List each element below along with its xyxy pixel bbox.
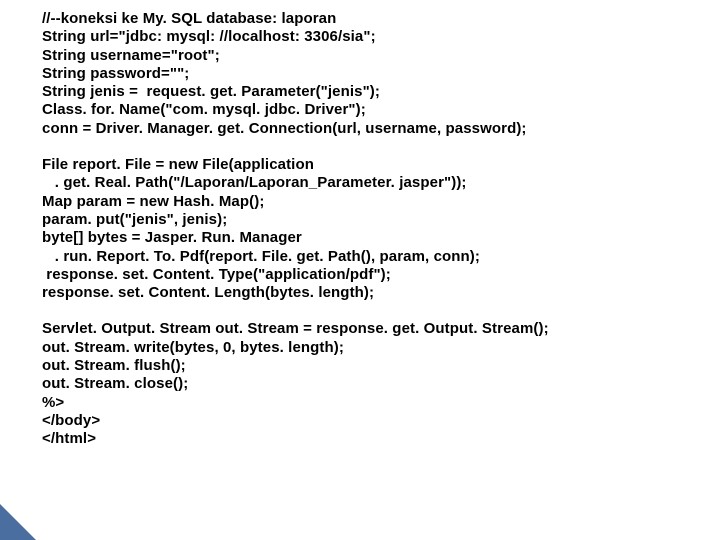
code-line: out. Stream. write(bytes, 0, bytes. leng…: [42, 339, 720, 357]
code-line: String username="root";: [42, 47, 720, 65]
code-line: //--koneksi ke My. SQL database: laporan: [42, 10, 720, 28]
corner-accent: [0, 504, 36, 540]
code-line: String url="jdbc: mysql: //localhost: 33…: [42, 28, 720, 46]
code-line: . run. Report. To. Pdf(report. File. get…: [42, 248, 720, 266]
code-line: </body>: [42, 412, 720, 430]
code-line: conn = Driver. Manager. get. Connection(…: [42, 120, 720, 138]
code-block-1: //--koneksi ke My. SQL database: laporan…: [42, 10, 720, 138]
code-line: out. Stream. close();: [42, 375, 720, 393]
code-line: %>: [42, 394, 720, 412]
code-line: . get. Real. Path("/Laporan/Laporan_Para…: [42, 174, 720, 192]
code-line: String jenis = request. get. Parameter("…: [42, 83, 720, 101]
code-line: String password="";: [42, 65, 720, 83]
code-block-3: Servlet. Output. Stream out. Stream = re…: [42, 320, 720, 448]
code-line: param. put("jenis", jenis);: [42, 211, 720, 229]
code-line: out. Stream. flush();: [42, 357, 720, 375]
code-block-2: File report. File = new File(application…: [42, 156, 720, 302]
code-line: byte[] bytes = Jasper. Run. Manager: [42, 229, 720, 247]
code-line: response. set. Content. Type("applicatio…: [42, 266, 720, 284]
code-page: //--koneksi ke My. SQL database: laporan…: [0, 0, 720, 449]
code-line: Servlet. Output. Stream out. Stream = re…: [42, 320, 720, 338]
code-line: File report. File = new File(application: [42, 156, 720, 174]
code-line: Map param = new Hash. Map();: [42, 193, 720, 211]
code-line: </html>: [42, 430, 720, 448]
code-line: Class. for. Name("com. mysql. jdbc. Driv…: [42, 101, 720, 119]
code-line: response. set. Content. Length(bytes. le…: [42, 284, 720, 302]
